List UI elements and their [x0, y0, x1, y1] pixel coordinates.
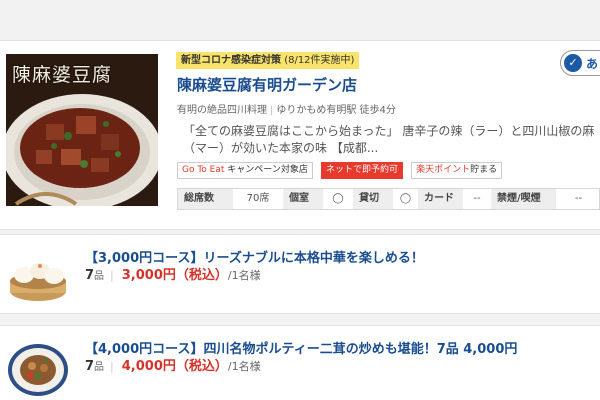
charter-value: ◯ — [399, 193, 412, 204]
items-unit: 品 — [94, 271, 105, 282]
course-items: 7品 — [85, 268, 104, 283]
goto-eat-suffix: キャンペーン対象店 — [227, 165, 308, 175]
items-count: 7 — [85, 268, 95, 283]
course-detail: 7品 | 3,000円（税込）/1名様 — [85, 264, 261, 283]
catch-copy: 「全ての麻婆豆腐はここから始まった」 唐辛子の辣（ラー）と四川山椒の麻（マー）が… — [183, 124, 595, 155]
net-reservation-badge: ネットで即予約可 — [320, 162, 403, 179]
check-icon: ✓ — [564, 54, 582, 72]
goto-eat-badge: Go To Eat キャンペーン対象店 — [177, 162, 313, 179]
badge-row: Go To Eat キャンペーン対象店 ネットで即予約可 楽天ポイント貯まる — [177, 162, 505, 180]
meta-divider: | — [270, 105, 274, 116]
point-suffix: 貯まる — [470, 165, 498, 175]
card-label: カード — [418, 189, 463, 209]
rakuten-point-badge: 楽天ポイント貯まる — [411, 162, 503, 179]
station-access: ゆりかもめ有明駅 徒歩4分 — [276, 105, 396, 116]
private-room-label: 個室 — [283, 189, 323, 209]
info-table: 総席数 70席 個室 ◯ 貸切 ◯ カード -- 禁煙/喫煙 -- — [177, 188, 600, 210]
course-per-person: /1名様 — [227, 360, 261, 373]
point-label: 楽天ポイント — [416, 165, 471, 175]
follow-button[interactable]: ✓ あ — [560, 50, 600, 76]
course-price: 4,000円（税込） — [121, 359, 228, 374]
course-detail: 7品 | 4,000円（税込）/1名様 — [85, 355, 261, 374]
course-items: 7品 — [85, 359, 104, 374]
private-room-value: ◯ — [332, 193, 344, 204]
smoking-value: -- — [574, 193, 583, 204]
restaurant-meta: 有明の絶品四川料理 | ゆりかもめ有明駅 徒歩4分 — [177, 101, 396, 116]
covid-notice: 新型コロナ感染症対策 (8/12件実施中) — [176, 52, 360, 69]
course-per-person: /1名様 — [227, 269, 261, 282]
dumpling-image — [6, 247, 70, 307]
genre: 有明の絶品四川料理 — [177, 105, 267, 116]
stir-fry-image — [6, 338, 70, 398]
photo-caption: 陳麻婆豆腐 — [12, 64, 113, 86]
course-item[interactable]: 【3,000円コース】リーズナブルに本格中華を楽しめる！ 7品 | 3,000円（税… — [0, 234, 600, 314]
charter-label: 貸切 — [353, 189, 393, 209]
notice-prefix: 新型コロナ感染症対策 — [181, 55, 281, 66]
restaurant-name-link[interactable]: 陳麻婆豆腐有明ガーデン店 — [177, 74, 357, 95]
course-price: 3,000円（税込） — [121, 268, 228, 283]
course-item[interactable]: 【4,000円コース】四川名物ポルティー二茸の炒めも堪能！7品 4,000円 7… — [0, 325, 600, 400]
course-divider: | — [110, 360, 114, 373]
items-count: 7 — [85, 359, 95, 374]
restaurant-card: 陳麻婆豆腐 新型コロナ感染症対策 (8/12件実施中) ✓ あ 陳麻婆豆腐有明ガ… — [0, 40, 600, 230]
course-divider: | — [110, 269, 114, 282]
follow-label: あ — [586, 57, 599, 71]
smoking-label: 禁煙/喫煙 — [491, 189, 556, 209]
restaurant-photo[interactable]: 陳麻婆豆腐 — [6, 54, 158, 206]
items-unit: 品 — [94, 362, 105, 373]
goto-eat-label: Go To Eat — [182, 165, 225, 175]
seats-value: 70席 — [246, 193, 270, 204]
card-value: -- — [473, 193, 481, 204]
notice-detail: (8/12件実施中) — [284, 55, 355, 66]
seats-label: 総席数 — [178, 189, 233, 209]
